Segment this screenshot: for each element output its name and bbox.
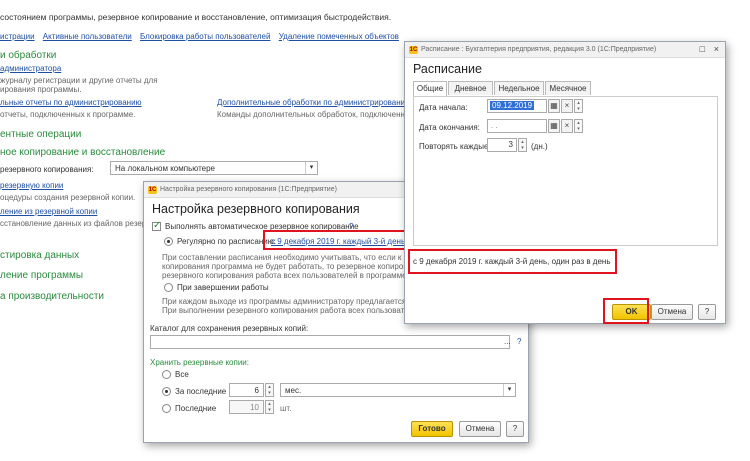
period-unit-select[interactable]: мес. ▾	[280, 383, 516, 397]
schedule-note-1: При составлении расписания необходимо уч…	[162, 253, 424, 262]
auto-backup-checkbox[interactable]	[152, 220, 161, 231]
catalog-help-icon[interactable]: ?	[517, 337, 521, 346]
radio-keep-all-label: Все	[175, 370, 189, 379]
radio-keep-count[interactable]	[162, 404, 171, 413]
schedule-window-titlebar-text: Расписание : Бухгалтерия предприятия, ре…	[421, 46, 657, 53]
backup-method-value: На локальном компьютере	[115, 164, 215, 173]
repeat-input[interactable]: 3	[487, 138, 517, 152]
exit-note-2: При выполнении резервного копирования ра…	[162, 306, 423, 315]
link-block-users[interactable]: Блокировка работы пользователей	[140, 32, 270, 41]
page-description: состоянием программы, резервное копирова…	[0, 12, 392, 22]
chevron-down-icon[interactable]: ▾	[503, 384, 515, 396]
keep-last-period-input[interactable]: 6	[229, 383, 264, 397]
end-date-value: . .	[491, 121, 498, 130]
close-icon[interactable]: ×	[714, 44, 719, 54]
schedule-window-titlebar[interactable]: 1С Расписание : Бухгалтерия предприятия,…	[405, 42, 725, 58]
tab-general[interactable]: Общие	[413, 81, 447, 96]
start-date-input[interactable]: 09.12.2019	[487, 99, 547, 113]
tab-monthly[interactable]: Месячное	[545, 81, 591, 95]
keep-last-period-stepper[interactable]: ▴ ▾	[265, 383, 274, 397]
link-active-users[interactable]: Активные пользователи	[43, 32, 132, 41]
calendar-icon[interactable]: ▦	[548, 119, 560, 133]
section-backup-heading[interactable]: ное копирование и восстановление	[0, 147, 165, 158]
period-unit-value: мес.	[285, 386, 302, 395]
radio-schedule-label: Регулярно по расписанию:	[177, 237, 276, 246]
restore-backup-desc: сстановление данных из файлов резерв	[0, 219, 151, 228]
app-logo-icon: 1С	[148, 186, 157, 194]
keep-count-value: 10	[250, 403, 259, 412]
schedule-note-2: копирования программа не будет работать,…	[162, 262, 412, 271]
links-row: истрации Активные пользователи Блокировк…	[0, 32, 399, 41]
link-additional-reports[interactable]: льные отчеты по администрированию	[0, 98, 142, 107]
keep-count-input[interactable]: 10	[229, 400, 264, 414]
help-button[interactable]: ?	[698, 304, 716, 320]
backup-window-title: Настройка резервного копирования	[152, 202, 360, 216]
schedule-tabs: Общие Дневное Недельное Месячное	[413, 81, 713, 96]
minimize-icon[interactable]: □	[700, 44, 705, 54]
link-admin-reports[interactable]: администратора	[0, 64, 61, 73]
cancel-button[interactable]: Отмена	[459, 421, 501, 437]
clear-icon[interactable]: ×	[561, 99, 573, 113]
keep-count-stepper[interactable]: ▴ ▾	[265, 400, 274, 414]
section-performance-heading[interactable]: а производительности	[0, 291, 104, 302]
radio-keep-last-period-label: За последние	[175, 387, 227, 396]
schedule-note-3: резервного копирования работа всех польз…	[162, 271, 418, 280]
exit-note-1: При каждом выходе из программы администр…	[162, 297, 428, 306]
end-date-stepper[interactable]: ▴ ▾	[574, 119, 583, 133]
schedule-window-title: Расписание	[413, 62, 482, 76]
chevron-down-icon[interactable]: ▾	[305, 162, 317, 174]
done-button[interactable]: Готово	[411, 421, 453, 437]
link-registration[interactable]: истрации	[0, 32, 35, 41]
start-date-value: 09.12.2019	[490, 101, 535, 110]
link-delete-marked[interactable]: Удаление помеченных объектов	[279, 32, 399, 41]
app-logo-icon: 1С	[409, 46, 418, 54]
highlight-schedule-summary	[408, 249, 617, 274]
end-date-input[interactable]: . .	[487, 119, 547, 133]
repeat-unit: (дн.)	[531, 142, 548, 151]
section-update-heading[interactable]: ление программы	[0, 270, 83, 281]
tab-daily[interactable]: Дневное	[448, 81, 493, 95]
keep-copies-label: Хранить резервные копии:	[150, 358, 249, 367]
link-restore-backup[interactable]: ление из резервной копии	[0, 207, 97, 216]
backup-window-titlebar-text: Настройка резервного копирования (1С:Пре…	[160, 186, 337, 193]
keep-last-period-value: 6	[254, 386, 259, 395]
repeat-label: Повторять каждые:	[419, 142, 491, 151]
cancel-button[interactable]: Отмена	[651, 304, 693, 320]
create-backup-desc: оцедуры создания резервной копии.	[0, 193, 136, 202]
reports-desc-line2: ирования программы.	[0, 85, 82, 94]
clear-icon[interactable]: ×	[561, 119, 573, 133]
link-create-backup[interactable]: резервную копии	[0, 181, 63, 190]
reports-desc-line1: журналу регистрации и другие отчеты для	[0, 76, 158, 85]
repeat-value: 3	[508, 140, 513, 149]
backup-method-select[interactable]: На локальном компьютере ▾	[110, 161, 318, 175]
section-archive-heading[interactable]: стировка данных	[0, 250, 79, 261]
tab-weekly[interactable]: Недельное	[494, 81, 544, 95]
repeat-stepper[interactable]: ▴ ▾	[518, 138, 527, 152]
section-reports-heading[interactable]: и обработки	[0, 50, 56, 61]
additional-processing-desc: Команды дополнительных обработок, подклю…	[217, 110, 421, 119]
start-date-stepper[interactable]: ▴ ▾	[574, 99, 583, 113]
section-service-heading[interactable]: ентные операции	[0, 129, 81, 140]
keep-count-unit: шт.	[280, 404, 292, 413]
radio-on-exit[interactable]	[164, 283, 173, 292]
highlight-ok-button	[603, 298, 649, 324]
calendar-icon[interactable]: ▦	[548, 99, 560, 113]
additional-reports-desc: отчеты, подключенных к программе.	[0, 110, 136, 119]
radio-keep-last-period[interactable]	[162, 387, 171, 396]
end-date-label: Дата окончания:	[419, 123, 480, 132]
radio-keep-all[interactable]	[162, 370, 171, 379]
radio-keep-count-label: Последние	[175, 404, 217, 413]
browse-button[interactable]: ...	[504, 337, 511, 346]
catalog-label: Каталог для сохранения резервных копий:	[150, 324, 309, 333]
help-button[interactable]: ?	[506, 421, 524, 437]
link-additional-processing[interactable]: Дополнительные обработки по администриро…	[217, 98, 411, 107]
radio-on-exit-label: При завершении работы	[177, 283, 269, 292]
catalog-input[interactable]	[150, 335, 510, 349]
schedule-window: 1С Расписание : Бухгалтерия предприятия,…	[404, 41, 726, 324]
start-date-label: Дата начала:	[419, 103, 468, 112]
highlight-schedule-link	[263, 230, 409, 250]
radio-schedule[interactable]	[164, 237, 173, 246]
backup-method-label: резервного копирования:	[0, 165, 94, 174]
